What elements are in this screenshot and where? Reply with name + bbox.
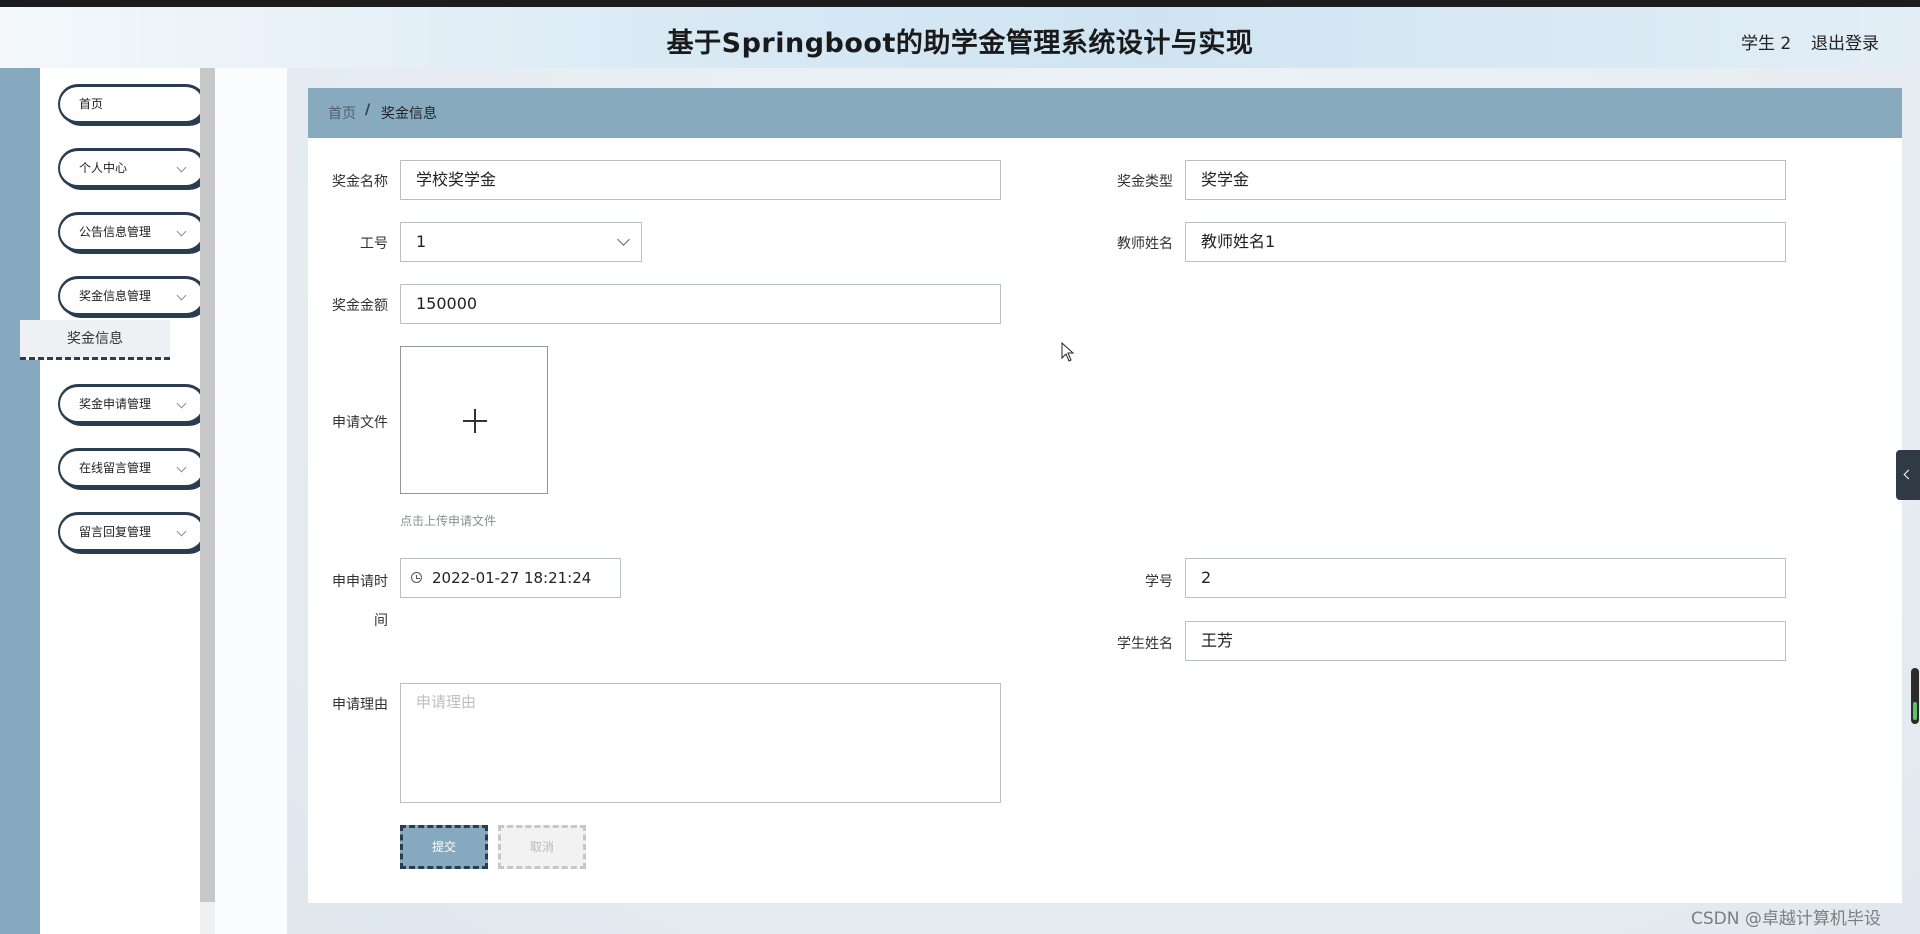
staff-id-selected-value: 1 bbox=[416, 232, 427, 251]
page-scrollbar-thumb[interactable] bbox=[1911, 668, 1919, 724]
application-file-label: 申请文件 bbox=[332, 415, 388, 431]
chevron-down-icon bbox=[176, 462, 187, 473]
staff-id-select[interactable]: 1 bbox=[400, 222, 642, 262]
collapse-panel-tab[interactable] bbox=[1896, 450, 1920, 500]
sidebar-item-label: 公告信息管理 bbox=[79, 225, 152, 239]
student-name-label: 学生姓名 bbox=[1117, 636, 1173, 652]
amount-field[interactable]: 150000 bbox=[400, 284, 1001, 324]
amount-label: 奖金金额 bbox=[332, 298, 388, 314]
plus-icon-vertical bbox=[474, 409, 476, 433]
sidebar-item-notice-management[interactable]: 公告信息管理 bbox=[58, 212, 206, 252]
student-id-field[interactable]: 2 bbox=[1185, 558, 1786, 598]
sidebar-item-personal-center[interactable]: 个人中心 bbox=[58, 148, 206, 188]
upload-hint: 点击上传申请文件 bbox=[400, 514, 497, 528]
chevron-down-icon bbox=[176, 226, 187, 237]
main-left-gutter bbox=[215, 68, 287, 934]
award-type-label: 奖金类型 bbox=[1117, 174, 1173, 190]
submit-button[interactable]: 提交 bbox=[400, 825, 488, 869]
student-name-field[interactable]: 王芳 bbox=[1185, 621, 1786, 661]
top-border bbox=[0, 0, 1920, 7]
breadcrumb-current: 奖金信息 bbox=[381, 106, 437, 122]
current-user-label: 学生 2 bbox=[1741, 34, 1792, 54]
sidebar-item-label: 奖金信息管理 bbox=[79, 289, 152, 303]
header-bar: 基于Springboot的助学金管理系统设计与实现 学生 2 退出登录 bbox=[0, 7, 1920, 69]
chevron-down-icon bbox=[176, 526, 187, 537]
sidebar-item-label: 留言回复管理 bbox=[79, 525, 152, 539]
sidebar-item-label: 在线留言管理 bbox=[79, 461, 152, 475]
sidebar-scrollbar[interactable] bbox=[200, 68, 215, 902]
sidebar-item-award-info-management[interactable]: 奖金信息管理 bbox=[58, 276, 206, 316]
sidebar-item-reply-management[interactable]: 留言回复管理 bbox=[58, 512, 206, 552]
page-title: 基于Springboot的助学金管理系统设计与实现 bbox=[666, 28, 1254, 59]
award-name-label: 奖金名称 bbox=[332, 174, 388, 190]
sidebar-item-award-application-management[interactable]: 奖金申请管理 bbox=[58, 384, 206, 424]
award-name-field[interactable]: 学校奖学金 bbox=[400, 160, 1001, 200]
award-type-field[interactable]: 奖学金 bbox=[1185, 160, 1786, 200]
reason-label: 申请理由 bbox=[332, 697, 388, 713]
teacher-name-label: 教师姓名 bbox=[1117, 236, 1173, 252]
clock-icon bbox=[411, 572, 422, 583]
sidebar: 首页 个人中心 公告信息管理 奖金信息管理 奖金信息 奖金申请管理 在线留言管理… bbox=[20, 68, 206, 934]
chevron-down-icon bbox=[176, 398, 187, 409]
chevron-down-icon bbox=[176, 162, 187, 173]
sidebar-item-home[interactable]: 首页 bbox=[58, 84, 206, 124]
breadcrumb-home-link[interactable]: 首页 bbox=[328, 103, 356, 123]
sidebar-subitem-award-info[interactable]: 奖金信息 bbox=[20, 320, 170, 360]
chevron-left-icon bbox=[1903, 469, 1914, 480]
watermark: CSDN @卓越计算机毕设 bbox=[1691, 909, 1881, 929]
chevron-down-icon bbox=[617, 233, 630, 246]
sidebar-item-message-management[interactable]: 在线留言管理 bbox=[58, 448, 206, 488]
student-id-label: 学号 bbox=[1145, 574, 1173, 590]
sidebar-item-label: 奖金申请管理 bbox=[79, 397, 152, 411]
apply-time-label: 申申请时 bbox=[332, 574, 388, 590]
file-upload-box[interactable] bbox=[400, 346, 548, 494]
chevron-down-icon bbox=[176, 290, 187, 301]
teacher-name-field[interactable]: 教师姓名1 bbox=[1185, 222, 1786, 262]
mouse-cursor-icon bbox=[1061, 342, 1075, 362]
apply-time-picker[interactable]: 2022-01-27 18:21:24 bbox=[400, 558, 621, 598]
apply-time-label-wrap: 间 bbox=[374, 613, 388, 629]
sidebar-item-label: 个人中心 bbox=[79, 161, 128, 175]
sidebar-item-label: 首页 bbox=[79, 97, 104, 111]
staff-id-label: 工号 bbox=[360, 236, 388, 252]
breadcrumb: 首页 / 奖金信息 bbox=[308, 88, 1902, 138]
cancel-button[interactable]: 取消 bbox=[498, 825, 586, 869]
reason-textarea[interactable]: 申请理由 bbox=[400, 683, 1001, 803]
sidebar-scrollbar-track-end bbox=[200, 902, 215, 934]
breadcrumb-separator: / bbox=[365, 102, 371, 118]
logout-link[interactable]: 退出登录 bbox=[1811, 29, 1879, 54]
sidebar-rail bbox=[0, 68, 40, 934]
